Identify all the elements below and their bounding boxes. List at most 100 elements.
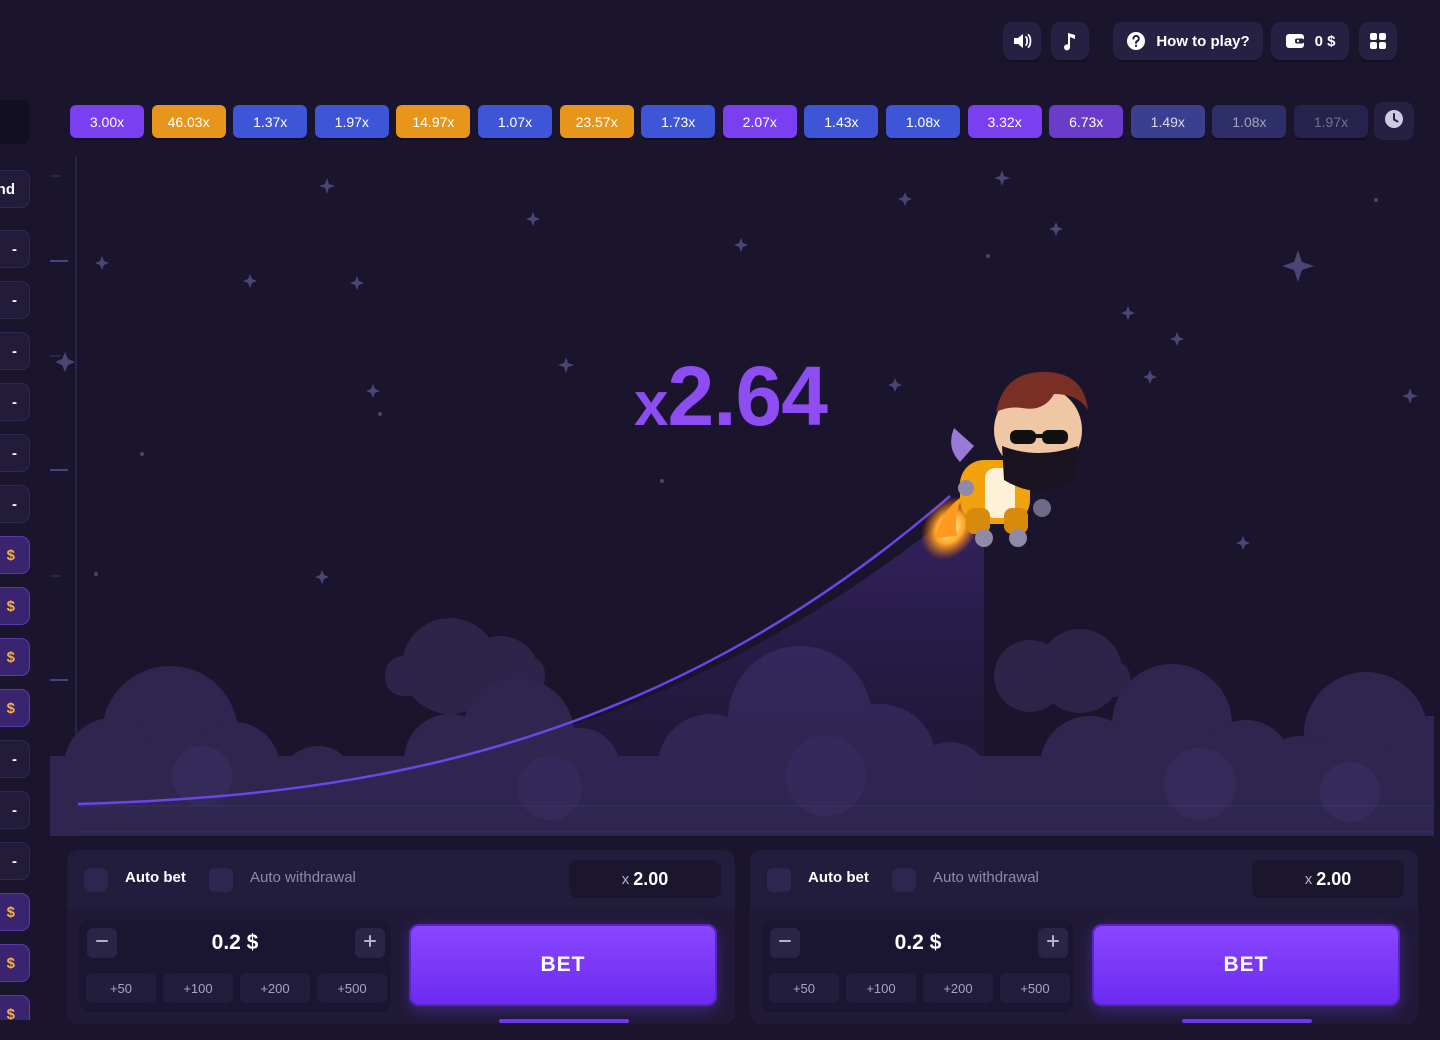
minus-icon bbox=[95, 934, 109, 953]
auto-cashout-field[interactable]: x 2.00 bbox=[1252, 860, 1404, 898]
sound-button[interactable] bbox=[1003, 22, 1041, 60]
bet-amount-value[interactable]: 0.2 $ bbox=[119, 926, 351, 960]
balance-value: 0 $ bbox=[1314, 32, 1336, 50]
history-chip[interactable]: 3.32x bbox=[967, 105, 1042, 138]
history-chip[interactable]: 14.97x bbox=[396, 105, 471, 138]
quick-add-200[interactable]: +200 bbox=[240, 973, 310, 1003]
quick-add-50[interactable]: +50 bbox=[769, 973, 839, 1003]
cashout-prefix: x bbox=[1304, 870, 1313, 888]
auto-withdrawal-toggle[interactable] bbox=[892, 868, 916, 892]
decrease-amount-button[interactable] bbox=[770, 928, 800, 958]
history-left-edge bbox=[0, 100, 30, 144]
history-chip[interactable]: 1.49x bbox=[1130, 105, 1205, 138]
history-chip[interactable]: 3.00x bbox=[70, 105, 144, 138]
history-chip[interactable]: 1.37x bbox=[233, 105, 308, 138]
sidebar-bet-row: $ bbox=[0, 995, 30, 1020]
history-button[interactable] bbox=[1374, 102, 1414, 140]
bet-panel-header: Auto bet Auto withdrawal x 2.00 bbox=[750, 850, 1418, 908]
minus-icon bbox=[778, 934, 792, 953]
cashout-value: 2.00 bbox=[1316, 868, 1352, 889]
quick-add-200[interactable]: +200 bbox=[923, 973, 993, 1003]
top-bar: How to play? 0 $ bbox=[0, 0, 1440, 88]
game-scene bbox=[50, 156, 1434, 836]
history-chip[interactable]: 23.57x bbox=[559, 105, 634, 138]
sidebar-bet-row: - bbox=[0, 281, 30, 319]
music-note-icon bbox=[1062, 31, 1078, 51]
auto-withdrawal-toggle[interactable] bbox=[209, 868, 233, 892]
history-chip[interactable]: 1.97x bbox=[1294, 105, 1368, 138]
history-chip[interactable]: 1.73x bbox=[641, 105, 716, 138]
increase-amount-button[interactable] bbox=[355, 928, 385, 958]
wallet-icon bbox=[1285, 32, 1305, 50]
sidebar-bet-row: - bbox=[0, 230, 30, 268]
bet-button-indicator bbox=[1182, 1019, 1312, 1023]
sidebar-bet-row: - bbox=[0, 383, 30, 421]
bet-button-indicator bbox=[499, 1019, 629, 1023]
quick-add-100[interactable]: +100 bbox=[846, 973, 916, 1003]
game-canvas: x2.64 bbox=[50, 156, 1434, 836]
auto-withdrawal-label: Auto withdrawal bbox=[250, 869, 356, 886]
history-chip[interactable]: 2.07x bbox=[722, 105, 797, 138]
quick-add-500[interactable]: +500 bbox=[317, 973, 387, 1003]
bet-amount-box: 0.2 $ +50 +100 +200 +500 bbox=[762, 920, 1074, 1012]
bet-button[interactable]: BET bbox=[1092, 924, 1400, 1006]
bet-panel-body: 0.2 $ +50 +100 +200 +500 BET bbox=[67, 908, 735, 1024]
quick-add-50[interactable]: +50 bbox=[86, 973, 156, 1003]
cashout-prefix: x bbox=[621, 870, 630, 888]
plus-icon bbox=[1046, 934, 1060, 953]
history-chip[interactable]: 6.73x bbox=[1049, 105, 1124, 138]
multiplier-value: 2.64 bbox=[667, 349, 827, 443]
auto-withdrawal-label: Auto withdrawal bbox=[933, 869, 1039, 886]
sidebar-bet-row: $ bbox=[0, 536, 30, 574]
decrease-amount-button[interactable] bbox=[87, 928, 117, 958]
sidebar-bet-row: - bbox=[0, 434, 30, 472]
clock-icon bbox=[1384, 109, 1404, 134]
sidebar-bet-row: $ bbox=[0, 638, 30, 676]
multiplier-history: 3.00x 46.03x 1.37x 1.97x 14.97x 1.07x 23.57x 1.… bbox=[0, 100, 1440, 146]
sidebar-bet-row: - bbox=[0, 485, 30, 523]
sidebar-bet-row: $ bbox=[0, 689, 30, 727]
grid-menu-icon bbox=[1369, 32, 1387, 50]
bet-panel-1: Auto bet Auto withdrawal x 2.00 0.2 $ +50… bbox=[67, 850, 735, 1024]
bet-panel-header: Auto bet Auto withdrawal x 2.00 bbox=[67, 850, 735, 908]
sidebar-bet-row: - bbox=[0, 791, 30, 829]
auto-bet-toggle[interactable] bbox=[767, 868, 791, 892]
history-chip[interactable]: 46.03x bbox=[151, 105, 226, 138]
how-to-play-label: How to play? bbox=[1156, 32, 1250, 50]
auto-cashout-field[interactable]: x 2.00 bbox=[569, 860, 721, 898]
auto-bet-toggle[interactable] bbox=[84, 868, 108, 892]
speaker-icon bbox=[1012, 32, 1032, 50]
sidebar-bet-row: - bbox=[0, 842, 30, 880]
sidebar-bet-row: $ bbox=[0, 944, 30, 982]
y-axis-ticks bbox=[50, 156, 77, 806]
jetpack-pilot bbox=[921, 371, 1088, 560]
history-chip[interactable]: 1.07x bbox=[478, 105, 552, 138]
question-circle-icon bbox=[1126, 31, 1146, 51]
increase-amount-button[interactable] bbox=[1038, 928, 1068, 958]
sidebar-bet-row: - bbox=[0, 332, 30, 370]
auto-bet-label: Auto bet bbox=[125, 869, 186, 886]
bet-button[interactable]: BET bbox=[409, 924, 717, 1006]
history-chip[interactable]: 1.97x bbox=[314, 105, 389, 138]
current-multiplier: x2.64 bbox=[634, 346, 894, 446]
quick-add-100[interactable]: +100 bbox=[163, 973, 233, 1003]
bets-sidebar: nd - - - - - - $ $ $ $ - - - $ $ $ bbox=[0, 160, 34, 1020]
bet-panel-body: 0.2 $ +50 +100 +200 +500 BET bbox=[750, 908, 1418, 1024]
history-chip[interactable]: 1.08x bbox=[1212, 105, 1287, 138]
menu-button[interactable] bbox=[1359, 22, 1397, 60]
history-chip[interactable]: 1.43x bbox=[804, 105, 879, 138]
music-button[interactable] bbox=[1051, 22, 1089, 60]
sidebar-header[interactable]: nd bbox=[0, 170, 30, 208]
bet-amount-box: 0.2 $ +50 +100 +200 +500 bbox=[79, 920, 391, 1012]
multiplier-prefix: x bbox=[634, 370, 668, 439]
wallet-balance[interactable]: 0 $ bbox=[1271, 22, 1349, 60]
sidebar-bet-row: - bbox=[0, 740, 30, 778]
history-chip[interactable]: 1.08x bbox=[886, 105, 960, 138]
cashout-value: 2.00 bbox=[633, 868, 669, 889]
how-to-play-button[interactable]: How to play? bbox=[1113, 22, 1263, 60]
bet-amount-value[interactable]: 0.2 $ bbox=[802, 926, 1034, 960]
sidebar-bet-row: $ bbox=[0, 587, 30, 625]
plus-icon bbox=[363, 934, 377, 953]
quick-add-500[interactable]: +500 bbox=[1000, 973, 1070, 1003]
bet-panel-2: Auto bet Auto withdrawal x 2.00 0.2 $ +50… bbox=[750, 850, 1418, 1024]
